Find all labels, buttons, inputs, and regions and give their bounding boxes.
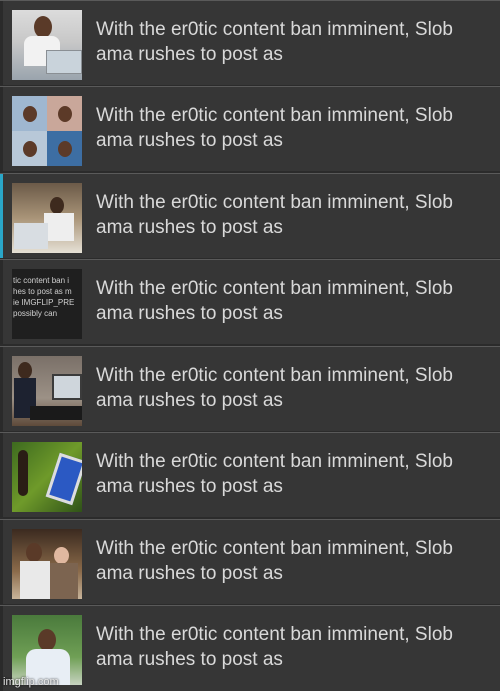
post-title[interactable]: With the er0tic content ban imminent, Sl… [96, 363, 491, 413]
post-title[interactable]: With the er0tic content ban imminent, Sl… [96, 622, 491, 672]
post-title[interactable]: With the er0tic content ban imminent, Sl… [96, 17, 491, 67]
obama-outdoor-thumbnail[interactable] [12, 615, 82, 685]
list-item[interactable]: With the er0tic content ban imminent, Sl… [0, 519, 500, 604]
row-edge [0, 87, 3, 171]
post-title[interactable]: With the er0tic content ban imminent, Sl… [96, 536, 491, 586]
post-title[interactable]: With the er0tic content ban imminent, Sl… [96, 103, 491, 153]
thumb-text-line: ie IMGFLIP_PRE [13, 298, 75, 307]
list-item[interactable]: tic content ban i hes to post as m ie IM… [0, 259, 500, 344]
row-edge [0, 347, 3, 431]
watermark: imgflip.com [3, 676, 59, 688]
thumb-text-line: tic content ban i [13, 276, 70, 285]
row-edge [0, 260, 3, 344]
list-item[interactable]: With the er0tic content ban imminent, Sl… [0, 605, 500, 691]
list-item[interactable]: With the er0tic content ban imminent, Sl… [0, 432, 500, 517]
row-edge [0, 174, 3, 258]
row-edge [0, 1, 3, 85]
list-item[interactable]: With the er0tic content ban imminent, Sl… [0, 86, 500, 171]
thumb-text-line: hes to post as m [13, 287, 72, 296]
post-title[interactable]: With the er0tic content ban imminent, Sl… [96, 190, 491, 240]
list-item[interactable]: With the er0tic content ban imminent, Sl… [0, 0, 500, 85]
post-title[interactable]: With the er0tic content ban imminent, Sl… [96, 449, 491, 499]
list-item[interactable]: With the er0tic content ban imminent, Sl… [0, 173, 500, 258]
list-item[interactable]: With the er0tic content ban imminent, Sl… [0, 346, 500, 431]
row-edge [0, 433, 3, 517]
obama-computer-thumbnail[interactable] [12, 183, 82, 253]
phone-thumbnail[interactable] [12, 442, 82, 512]
obama-group-thumbnail[interactable] [12, 529, 82, 599]
row-edge [0, 520, 3, 604]
obama-grid-thumbnail[interactable] [12, 96, 82, 166]
obama-desk-thumbnail[interactable] [12, 356, 82, 426]
thumb-text-line: possibly can [13, 309, 58, 318]
obama-laptop-thumbnail[interactable] [12, 10, 82, 80]
text-screenshot-thumbnail[interactable]: tic content ban i hes to post as m ie IM… [12, 269, 82, 339]
post-title[interactable]: With the er0tic content ban imminent, Sl… [96, 276, 491, 326]
